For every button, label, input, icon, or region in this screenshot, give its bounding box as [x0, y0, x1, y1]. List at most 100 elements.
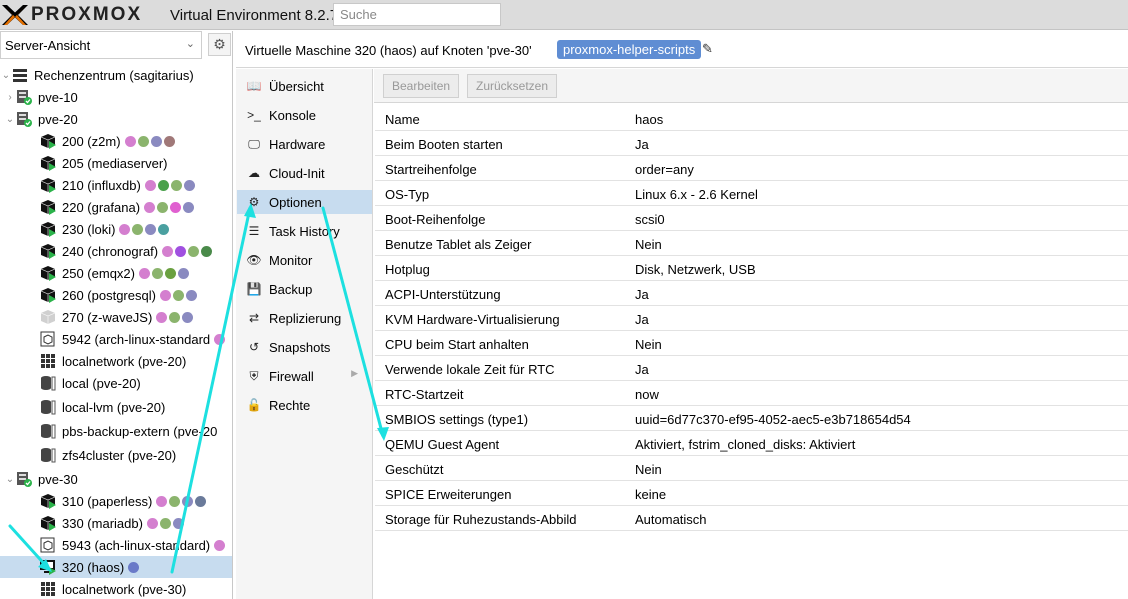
gear-icon: ⚙: [248, 195, 260, 209]
product-version: Virtual Environment 8.2.7: [170, 7, 339, 24]
tree-item[interactable]: 210 (influxdb): [0, 174, 232, 196]
resource-tree: Server-Ansicht ⌄ ⚙ ⌄ Rechenzentrum (sagi…: [0, 31, 233, 599]
option-row[interactable]: ACPI-Unterstützung Ja: [375, 281, 1128, 306]
retweet-icon: ⇄: [248, 311, 260, 325]
cloud-icon: ☁: [248, 166, 260, 180]
option-row[interactable]: Beim Booten starten Ja: [375, 131, 1128, 156]
option-row[interactable]: Boot-Reihenfolge scsi0: [375, 206, 1128, 231]
shield-icon: ⛨: [249, 368, 259, 383]
tag-dot: [170, 179, 182, 191]
option-row[interactable]: Name haos: [375, 106, 1128, 131]
tree-item[interactable]: 205 (mediaserver): [0, 152, 232, 174]
tree-item[interactable]: 5942 (arch-linux-standard: [0, 328, 232, 350]
option-value: uuid=6d77c370-ef95-4052-aec5-e3b718654d5…: [635, 412, 911, 427]
vm-running-icon: [40, 244, 56, 259]
tree-item[interactable]: 220 (grafana): [0, 196, 232, 218]
option-value: Ja: [635, 362, 649, 377]
tree-item[interactable]: 200 (z2m): [0, 130, 232, 152]
option-value: scsi0: [635, 212, 665, 227]
nav-item[interactable]: ↺ Snapshots: [237, 335, 372, 359]
tree-item[interactable]: 310 (paperless): [0, 490, 232, 512]
tree-item[interactable]: 330 (mariadb): [0, 512, 232, 534]
nav-item[interactable]: ☁ Cloud-Init: [237, 161, 372, 185]
option-row[interactable]: RTC-Startzeit now: [375, 381, 1128, 406]
view-select[interactable]: Server-Ansicht ⌄: [0, 31, 202, 59]
collapse-icon[interactable]: ⌄: [4, 114, 16, 125]
tag-dots: [144, 201, 195, 213]
tree-item[interactable]: localnetwork (pve-20): [0, 350, 232, 372]
nav-item[interactable]: ⇄ Replizierung: [237, 306, 372, 330]
option-row[interactable]: KVM Hardware-Virtualisierung Ja: [375, 306, 1128, 331]
tree-item[interactable]: 270 (z-waveJS): [0, 306, 232, 328]
option-row[interactable]: Geschützt Nein: [375, 456, 1128, 481]
eye-icon: 👁: [246, 253, 262, 267]
option-row[interactable]: Benutze Tablet als Zeiger Nein: [375, 231, 1128, 256]
tree-item[interactable]: pbs-backup-extern (pve-20: [0, 420, 232, 442]
option-row[interactable]: Verwende lokale Zeit für RTC Ja: [375, 356, 1128, 381]
option-row[interactable]: SMBIOS settings (type1) uuid=6d77c370-ef9…: [375, 406, 1128, 431]
tree-item[interactable]: ⌄ pve-20: [0, 108, 232, 130]
option-row[interactable]: OS-Typ Linux 6.x - 2.6 Kernel: [375, 181, 1128, 206]
tag-dot: [119, 223, 131, 235]
tag-dot: [151, 267, 163, 279]
nav-item[interactable]: 📖 Übersicht: [237, 74, 372, 98]
tree-item[interactable]: localnetwork (pve-30): [0, 578, 232, 599]
search-input[interactable]: Suche: [333, 3, 501, 26]
nav-item-label: Rechte: [269, 397, 311, 413]
option-row[interactable]: Startreihenfolge order=any: [375, 156, 1128, 181]
option-row[interactable]: Hotplug Disk, Netzwerk, USB: [375, 256, 1128, 281]
edit-tags-icon[interactable]: ✎: [702, 41, 713, 57]
option-row[interactable]: QEMU Guest Agent Aktiviert, fstrim_cloned…: [375, 431, 1128, 456]
network-grid-icon: [41, 354, 55, 368]
nav-item[interactable]: ⛨ Firewall ▶: [237, 364, 372, 388]
option-row[interactable]: SPICE Erweiterungen keine: [375, 481, 1128, 506]
tag-dots: [159, 289, 197, 301]
vm-tag[interactable]: proxmox-helper-scripts: [557, 40, 702, 59]
option-value: Ja: [635, 312, 649, 327]
tree-item[interactable]: 250 (emqx2): [0, 262, 232, 284]
option-row[interactable]: Storage für Ruhezustands-Abbild Automatis…: [375, 506, 1128, 531]
tree-settings-button[interactable]: ⚙: [208, 33, 231, 56]
tag-dot: [195, 495, 207, 507]
options-toolbar: Bearbeiten Zurücksetzen: [374, 69, 1128, 103]
tree-item-label: 220 (grafana): [62, 199, 141, 215]
tag-dot: [128, 561, 140, 573]
tree-item[interactable]: 260 (postgresql): [0, 284, 232, 306]
tree-item[interactable]: › pve-10: [0, 86, 232, 108]
collapse-icon[interactable]: ⌄: [4, 474, 16, 485]
tag-dots: [124, 135, 175, 147]
tree-item[interactable]: 5943 (ach-linux-standard): [0, 534, 232, 556]
vm-running-icon: [40, 494, 56, 509]
tree-item[interactable]: ⌄ pve-30: [0, 468, 232, 490]
vm-running-icon: [40, 156, 56, 171]
tree-item[interactable]: local (pve-20): [0, 372, 232, 394]
tree-item[interactable]: 240 (chronograf): [0, 240, 232, 262]
nav-item[interactable]: 🖵 Hardware: [237, 132, 372, 156]
tree-item[interactable]: 230 (loki): [0, 218, 232, 240]
vm-stopped-icon: [40, 310, 56, 324]
option-value: order=any: [635, 162, 694, 177]
option-row[interactable]: CPU beim Start anhalten Nein: [375, 331, 1128, 356]
option-value: keine: [635, 487, 667, 502]
tag-dot: [146, 517, 158, 529]
tag-dot: [145, 223, 157, 235]
nav-item[interactable]: >_ Konsole: [237, 103, 372, 127]
tree-item[interactable]: 320 (haos): [0, 556, 232, 578]
nav-item[interactable]: ☰ Task History: [237, 219, 372, 243]
tree-item[interactable]: zfs4cluster (pve-20): [0, 444, 232, 466]
nav-item-label: Firewall: [269, 368, 314, 384]
reset-button[interactable]: Zurücksetzen: [467, 74, 558, 98]
nav-item[interactable]: ⚙ Optionen: [237, 190, 372, 214]
tree-node-datacenter[interactable]: ⌄ Rechenzentrum (sagitarius): [0, 64, 232, 86]
nav-item[interactable]: 💾 Backup: [237, 277, 372, 301]
nav-item[interactable]: 🔓 Rechte: [237, 393, 372, 417]
option-key: Beim Booten starten: [385, 137, 503, 152]
proxmox-logo[interactable]: PROXMOX: [0, 3, 142, 27]
nav-item[interactable]: 👁 Monitor: [237, 248, 372, 272]
tree-item[interactable]: local-lvm (pve-20): [0, 396, 232, 418]
tag-dot: [183, 179, 195, 191]
history-icon: ↺: [248, 340, 260, 354]
option-key: Startreihenfolge: [385, 162, 477, 177]
expand-icon[interactable]: ›: [4, 92, 16, 103]
edit-button[interactable]: Bearbeiten: [383, 74, 460, 98]
